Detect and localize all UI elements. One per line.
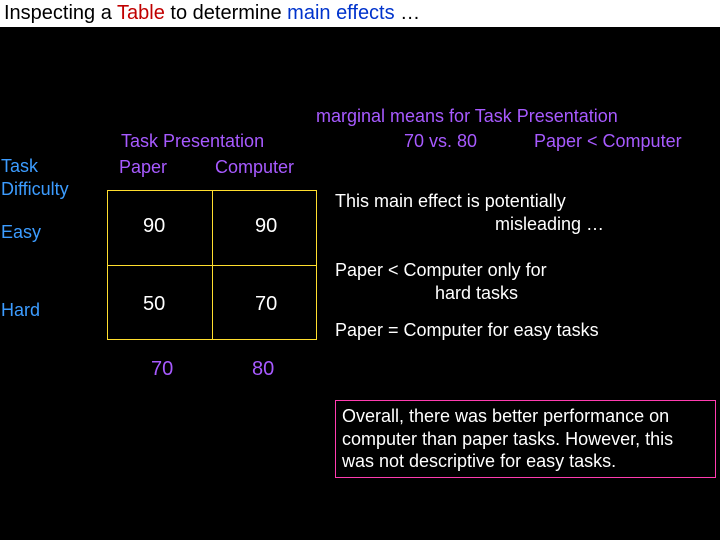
grid-hline — [108, 265, 316, 266]
cell-hard-computer: 70 — [255, 293, 277, 316]
col-mean-computer: 80 — [252, 358, 274, 381]
col-header-computer: Computer — [215, 157, 294, 178]
row-header-hard: Hard — [1, 300, 40, 321]
data-table-grid — [107, 190, 317, 340]
note-misleading: This main effect is potentially misleadi… — [335, 190, 705, 235]
marginal-means-comparison: Paper < Computer — [534, 131, 682, 152]
cell-hard-paper: 50 — [143, 293, 165, 316]
title-part-3: to determine — [165, 2, 287, 24]
title-part-1: Inspecting a — [4, 2, 117, 24]
col-header-paper: Paper — [119, 157, 167, 178]
summary-box: Overall, there was better performance on… — [335, 400, 716, 478]
row-factor-label: Task Difficulty — [1, 155, 101, 200]
title-part-table: Table — [117, 2, 165, 24]
cell-easy-paper: 90 — [143, 215, 165, 238]
col-factor-label: Task Presentation — [121, 131, 264, 152]
marginal-means-title: marginal means for Task Presentation — [316, 106, 618, 127]
slide-title: Inspecting a Table to determine main eff… — [0, 0, 720, 27]
marginal-means-values: 70 vs. 80 — [404, 131, 477, 152]
note-hard-tasks: Paper < Computer only for hard tasks — [335, 259, 705, 304]
note-easy-tasks: Paper = Computer for easy tasks — [335, 320, 715, 341]
cell-easy-computer: 90 — [255, 215, 277, 238]
col-mean-paper: 70 — [151, 358, 173, 381]
row-header-easy: Easy — [1, 222, 41, 243]
title-part-main-effects: main effects — [287, 2, 394, 24]
title-part-ellipsis: … — [395, 2, 421, 24]
